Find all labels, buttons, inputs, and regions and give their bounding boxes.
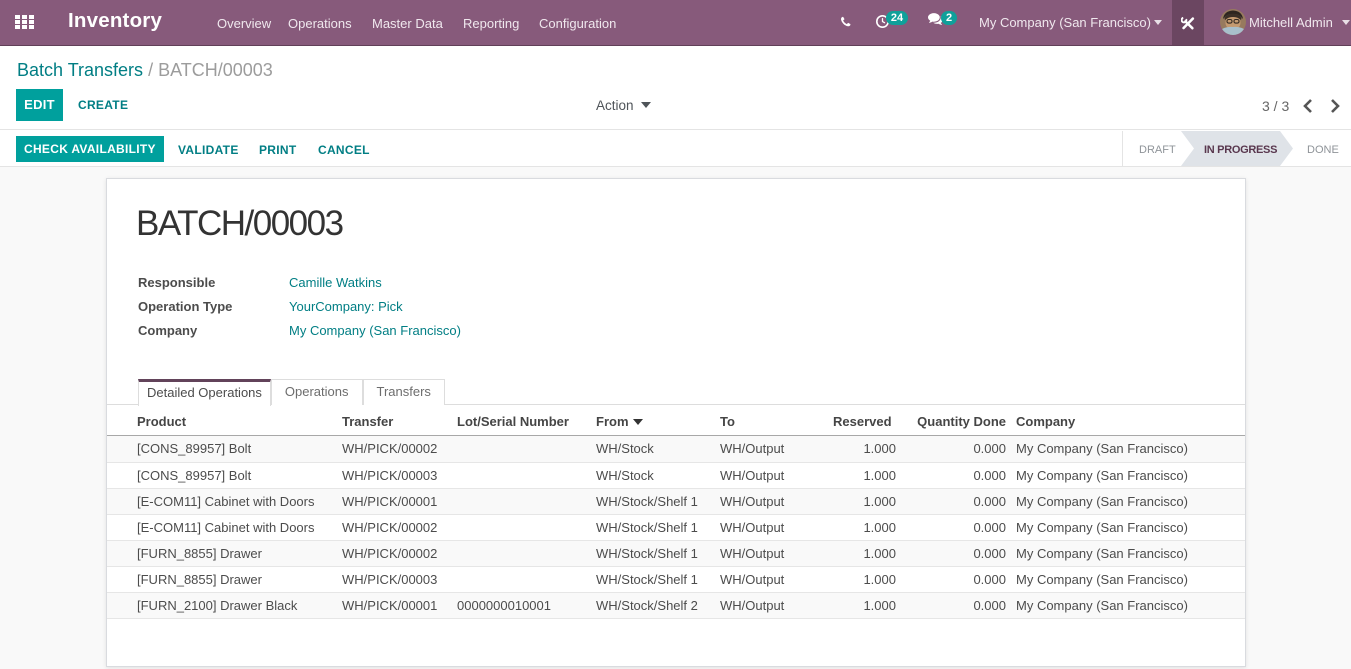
svg-text:DRAFT: DRAFT: [1139, 144, 1176, 156]
svg-text:DONE: DONE: [1307, 144, 1339, 156]
svg-text:IN PROGRESS: IN PROGRESS: [1204, 144, 1277, 156]
